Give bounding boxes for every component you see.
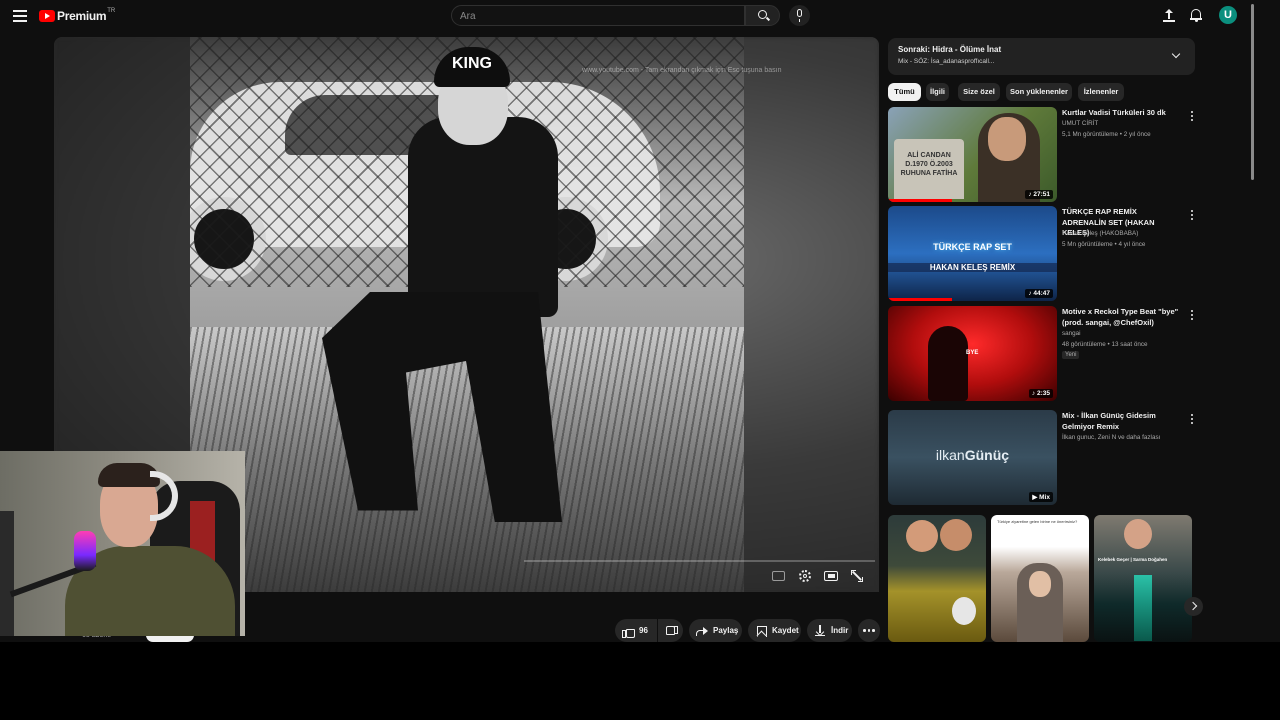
chip-all[interactable]: Tümü [888, 83, 921, 101]
voice-search-button[interactable] [789, 5, 810, 26]
fullscreen-exit-hint: www.youtube.com - Tam ekrandan çıkmak iç… [582, 67, 782, 74]
more-horizontal-icon [862, 629, 876, 632]
video-meta: 5,1 Mn görüntüleme • 2 yıl önce [1062, 131, 1151, 138]
duration-badge: ♪ 44:47 [1025, 289, 1053, 298]
thumbnail-text: TÜRKÇE RAP SET [933, 242, 1012, 252]
chip-for-you[interactable]: Size özel [958, 83, 1000, 101]
recommendation-item[interactable]: ilkanGünüç ▶ Mix Mix - İlkan Günüç Gides… [888, 410, 1198, 505]
video-thumbnail[interactable]: ALİ CANDAN D.1970 Ö.2003 RUHUNA FATİHA ♪… [888, 107, 1057, 202]
shorts-next-arrow-icon[interactable] [1184, 597, 1203, 616]
duration-badge: ♪ 2:35 [1028, 389, 1053, 398]
save-label: Kaydet [772, 626, 799, 635]
up-next-panel[interactable]: Sonraki: Hidra - Ölüme İnat Mix - SÖZ: İ… [888, 38, 1195, 75]
more-actions-button[interactable] [858, 619, 880, 642]
download-button[interactable]: İndir [807, 619, 852, 642]
page-scrollbar[interactable] [1250, 0, 1256, 642]
video-ground [190, 327, 744, 592]
dislike-button[interactable] [658, 619, 683, 642]
mix-thumbnail[interactable]: ilkanGünüç ▶ Mix [888, 410, 1057, 505]
like-button[interactable]: 96 [615, 619, 657, 642]
fullscreen-icon[interactable] [847, 566, 867, 586]
channel-name[interactable]: UMUT CİRİT [1062, 120, 1098, 127]
thumbnail-text: BYE [966, 350, 979, 356]
download-icon [814, 624, 826, 637]
video-thumbnail[interactable]: BYE ♪ 2:35 [888, 306, 1057, 401]
settings-gear-icon[interactable] [795, 566, 815, 586]
recommendation-item[interactable]: ALİ CANDAN D.1970 Ö.2003 RUHUNA FATİHA ♪… [888, 107, 1198, 202]
thumbs-up-icon [622, 625, 635, 638]
chip-watched[interactable]: İzlenenler [1078, 83, 1124, 101]
search-box [451, 5, 745, 26]
upload-icon[interactable] [1163, 9, 1175, 22]
player-progress-bar[interactable] [524, 560, 875, 562]
more-vertical-icon[interactable] [1189, 414, 1195, 426]
search-input[interactable] [452, 7, 744, 26]
watch-progress-bar [888, 199, 953, 202]
mix-badge: ▶ Mix [1029, 492, 1053, 502]
video-frame: KING [190, 37, 744, 592]
microphone-icon [797, 9, 802, 22]
channel-name[interactable]: Hakan Keleş (HAKOBABA) [1062, 230, 1138, 237]
channel-name: İlkan gunuc, Zeni N ve daha fazlası [1062, 434, 1161, 441]
more-vertical-icon[interactable] [1189, 111, 1195, 123]
logo-text: Premium [57, 9, 107, 23]
miniplayer-icon[interactable] [821, 566, 841, 586]
new-badge: Yeni [1062, 351, 1080, 359]
chip-related[interactable]: İlgili [926, 83, 949, 101]
thumbnail-text: ilkanGünüç [935, 447, 1010, 463]
letterbox-bottom [0, 642, 1280, 720]
watch-progress-bar [888, 298, 953, 301]
video-thumbnail[interactable]: TÜRKÇE RAP SET HAKAN KELEŞ REMİX ♪ 44:47 [888, 206, 1057, 301]
account-avatar[interactable]: U [1219, 6, 1237, 24]
video-title[interactable]: Kurtlar Vadisi Türküleri 30 dk [1062, 108, 1180, 119]
more-vertical-icon[interactable] [1189, 310, 1195, 322]
duration-badge: ♪ 27:51 [1025, 190, 1053, 199]
scrollbar-thumb[interactable] [1251, 4, 1254, 180]
up-next-subtitle: Mix - SÖZ: İsa_adanasproffıcall... [898, 58, 995, 65]
youtube-play-logo-icon [39, 10, 55, 22]
recommendation-item[interactable]: TÜRKÇE RAP SET HAKAN KELEŞ REMİX ♪ 44:47… [888, 206, 1198, 301]
video-title[interactable]: Mix - İlkan Günüç Gidesim Gelmiyor Remix [1062, 411, 1180, 432]
video-meta: 48 görüntüleme • 13 saat önce [1062, 341, 1148, 348]
hamburger-menu-icon[interactable] [13, 10, 27, 22]
chevron-down-icon[interactable] [1171, 49, 1181, 59]
shorts-caption: Kelebek Geçer | Sarma Doğahen [1098, 557, 1168, 562]
search-button[interactable] [745, 5, 780, 26]
up-next-title: Sonraki: Hidra - Ölüme İnat [898, 45, 1002, 54]
video-meta: 5 Mn görüntüleme • 4 yıl önce [1062, 241, 1146, 248]
share-icon [696, 625, 708, 637]
thumbnail-gravestone-text: ALİ CANDAN D.1970 Ö.2003 RUHUNA FATİHA [894, 139, 964, 199]
more-vertical-icon[interactable] [1189, 210, 1195, 222]
like-count: 96 [639, 626, 648, 635]
search-icon [758, 10, 767, 19]
save-button[interactable]: Kaydet [748, 619, 801, 642]
video-person-body [408, 117, 558, 317]
shorts-caption: Türkiye ziyaretine gelen birine ne öneri… [997, 519, 1078, 524]
share-button[interactable]: Paylaş [689, 619, 742, 642]
notifications-bell-icon[interactable] [1190, 9, 1202, 22]
bookmark-icon [755, 625, 767, 637]
chip-recently-uploaded[interactable]: Son yüklenenler [1006, 83, 1072, 101]
recommendation-item[interactable]: BYE ♪ 2:35 Motive x Reckol Type Beat "by… [888, 306, 1198, 401]
channel-name[interactable]: sangai [1062, 330, 1081, 337]
youtube-watch-page: Premium TR U KING [0, 0, 1280, 642]
microphone-rgb [74, 531, 96, 571]
thumbnail-text: HAKAN KELEŞ REMİX [888, 263, 1057, 272]
subtitles-icon[interactable] [768, 566, 788, 586]
youtube-premium-logo[interactable]: Premium TR [39, 8, 115, 24]
streamer-webcam-overlay [0, 451, 245, 636]
shorts-item[interactable]: Kelebek Geçer | Sarma Doğahen [1094, 515, 1192, 642]
shorts-item[interactable]: Türkiye ziyaretine gelen birine ne öneri… [991, 515, 1089, 642]
shorts-item[interactable] [888, 515, 986, 642]
share-label: Paylaş [713, 626, 739, 635]
thumbs-down-icon [665, 625, 678, 637]
masthead: Premium TR U [0, 0, 1280, 32]
video-title[interactable]: Motive x Reckol Type Beat "bye" (prod. s… [1062, 307, 1180, 328]
download-label: İndir [831, 626, 849, 635]
logo-country-code: TR [107, 8, 116, 14]
